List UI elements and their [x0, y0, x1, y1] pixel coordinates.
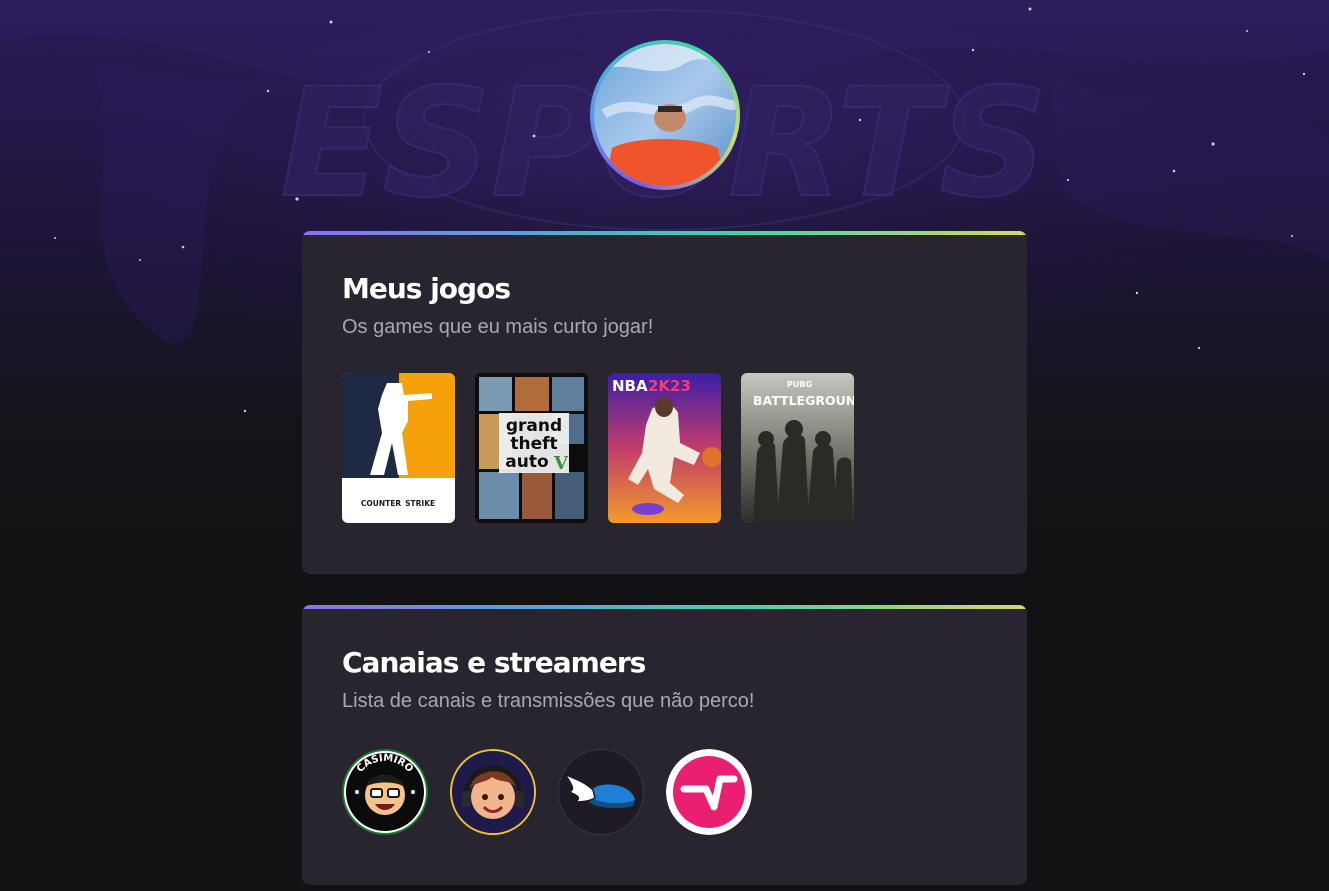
svg-text:NBA: NBA — [612, 377, 648, 395]
pink-tv-logo — [666, 749, 752, 835]
streamer-casimiro[interactable]: CASIMIRO — [342, 749, 428, 835]
pubg-battlegrounds-cover: PUBG BATTLEGROUNDS — [741, 373, 854, 523]
page-background: ESPORTS — [0, 0, 1329, 891]
svg-text:PUBG: PUBG — [787, 380, 812, 389]
counter-strike-cover: COUNTER STRIKE — [342, 373, 455, 523]
streamers-subtitle: Lista de canais e transmissões que não p… — [342, 690, 755, 712]
streamer-pink-tv[interactable] — [666, 749, 752, 835]
games-list: COUNTER STRIKE grand theft auto V NBA 2K… — [342, 373, 987, 523]
streamer-cartoon-avatar[interactable] — [450, 749, 536, 835]
games-title: Meus jogos — [342, 272, 511, 305]
streamers-title: Canaias e streamers — [342, 646, 646, 679]
svg-text:2K23: 2K23 — [648, 377, 691, 395]
winged-helmet-logo — [559, 750, 643, 834]
gta-v-cover: grand theft auto V — [475, 373, 588, 523]
svg-text:COUNTERSTRIKE: COUNTER STRIKE — [361, 499, 435, 508]
nba-2k23-cover: NBA 2K23 — [608, 373, 721, 523]
game-pubg-battlegrounds[interactable]: PUBG BATTLEGROUNDS — [741, 373, 854, 523]
game-counter-strike[interactable]: COUNTER STRIKE — [342, 373, 455, 523]
streamer-winged-helmet[interactable] — [558, 749, 644, 835]
svg-text:auto: auto — [505, 452, 548, 472]
game-gta-v[interactable]: grand theft auto V — [475, 373, 588, 523]
svg-text:BATTLEGROUNDS: BATTLEGROUNDS — [753, 393, 854, 408]
streamers-card: Canaias e streamers Lista de canais e tr… — [302, 605, 1027, 885]
profile-avatar-photo — [594, 44, 736, 186]
profile-avatar — [590, 40, 740, 190]
games-card: Meus jogos Os games que eu mais curto jo… — [302, 231, 1027, 574]
svg-text:V: V — [553, 453, 569, 474]
cartoon-streamer-avatar — [452, 751, 534, 833]
svg-text:theft: theft — [510, 434, 557, 454]
svg-text:grand: grand — [506, 416, 562, 436]
casimiro-channel-logo: CASIMIRO — [342, 749, 428, 835]
game-nba-2k23[interactable]: NBA 2K23 — [608, 373, 721, 523]
streamers-list: CASIMIRO — [342, 749, 987, 835]
games-subtitle: Os games que eu mais curto jogar! — [342, 316, 654, 338]
